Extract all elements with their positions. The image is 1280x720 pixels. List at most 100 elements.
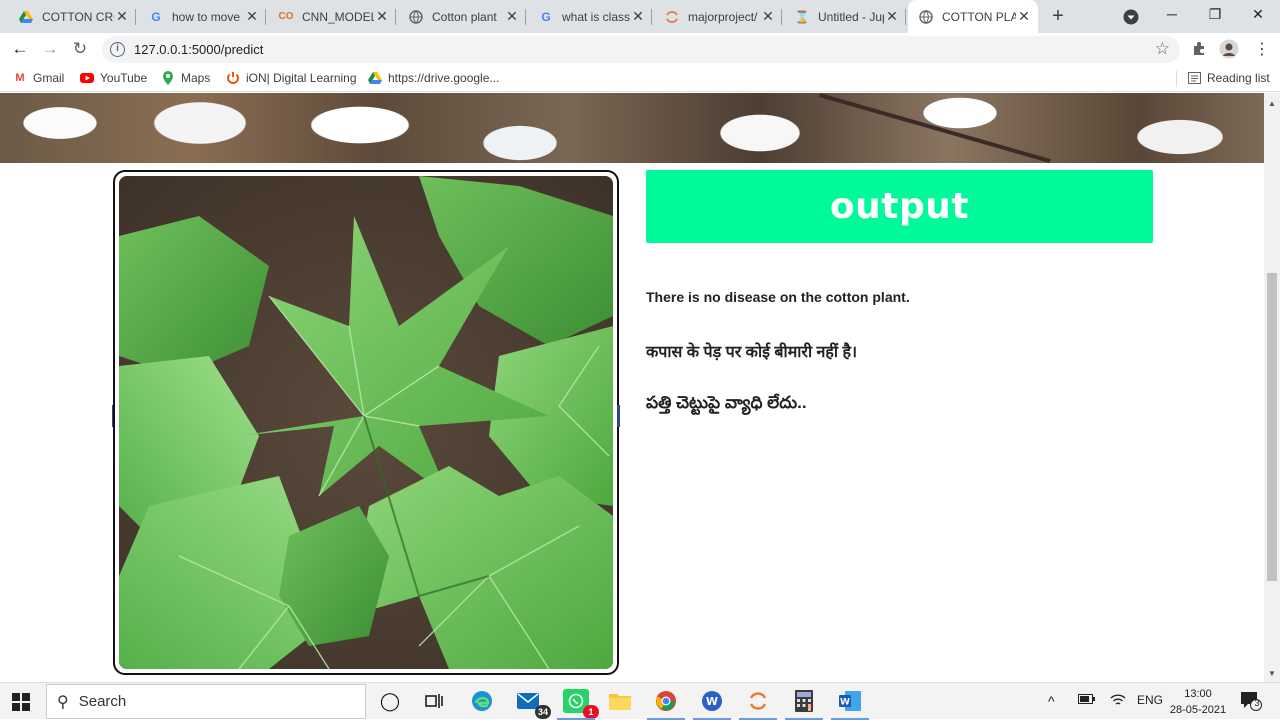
tab-cnn-model[interactable]: CO CNN_MODEL ✕ (268, 0, 396, 33)
taskbar-search-label: Search (78, 693, 127, 710)
result-english: There is no disease on the cotton plant. (646, 289, 910, 305)
bookmark-ion[interactable]: iON| Digital Learning (226, 71, 357, 85)
tab-cotton-crop[interactable]: COTTON CRO ✕ (8, 0, 136, 33)
close-tab-icon[interactable]: ✕ (630, 8, 646, 25)
globe-icon (408, 9, 424, 25)
cotton-banner-image (0, 93, 1264, 163)
tab-cotton-plant-active[interactable]: COTTON PLA ✕ (908, 0, 1038, 33)
tab-title: majorproject/ (688, 9, 758, 24)
page-content: output There is no disease on the cotton… (0, 93, 1264, 682)
close-tab-icon[interactable]: ✕ (884, 8, 900, 25)
scrollbar-thumb[interactable] (1267, 273, 1277, 581)
reading-list-icon (1187, 71, 1201, 85)
bookmark-maps[interactable]: Maps (161, 71, 210, 85)
close-tab-icon[interactable]: ✕ (504, 8, 520, 25)
clock-date: 28-05-2021 (1169, 704, 1227, 716)
jupyter-icon[interactable] (739, 689, 777, 720)
close-tab-icon[interactable]: ✕ (760, 8, 776, 25)
notification-count: 3 (1254, 698, 1260, 708)
browser-toolbar: ← → ↻ i 127.0.0.1:5000/predict ☆ (0, 33, 1280, 65)
language-indicator[interactable]: ENG (1137, 693, 1163, 707)
bookmark-star-icon[interactable]: ☆ (1155, 39, 1170, 59)
uploaded-leaf-image-frame (113, 170, 619, 675)
edge-browser-icon[interactable] (469, 689, 495, 713)
close-tab-icon[interactable]: ✕ (374, 8, 390, 25)
mail-icon[interactable]: 34 (515, 689, 551, 719)
whatsapp-icon[interactable]: 1 (557, 689, 599, 720)
tab-cotton-plant[interactable]: Cotton plant ✕ (398, 0, 526, 33)
windows-taskbar: ⚲ Search ◯ 34 1 W W ^ ENG 13:00 28-05-20… (0, 682, 1280, 720)
minimize-button[interactable]: ─ (1150, 0, 1194, 30)
new-tab-button[interactable]: + (1046, 5, 1070, 29)
tab-how-to-move[interactable]: G how to move ✕ (138, 0, 266, 33)
calculator-icon[interactable] (785, 689, 823, 720)
scroll-up-icon[interactable]: ▲ (1268, 99, 1276, 108)
forward-icon[interactable]: → (37, 37, 63, 61)
url-text[interactable]: 127.0.0.1:5000/predict (134, 42, 263, 57)
tab-title: what is classif (562, 9, 630, 24)
file-explorer-icon[interactable] (607, 689, 633, 713)
bookmark-label: iON| Digital Learning (246, 71, 357, 85)
back-icon[interactable]: ← (7, 37, 33, 61)
result-hindi: कपास के पेड़ पर कोई बीमारी नहीं है। (646, 344, 858, 361)
address-bar[interactable]: i 127.0.0.1:5000/predict ☆ (102, 36, 1180, 63)
svg-text:W: W (706, 695, 718, 708)
restore-button[interactable]: ❐ (1193, 0, 1237, 30)
jupyter-icon (664, 9, 680, 25)
reading-list-label: Reading list (1207, 71, 1270, 85)
chrome-icon[interactable] (647, 689, 685, 720)
output-header: output (646, 170, 1153, 243)
bookmark-label: Maps (181, 71, 211, 85)
close-tab-icon[interactable]: ✕ (1016, 8, 1032, 25)
output-heading: output (829, 186, 970, 227)
bookmark-label: YouTube (100, 71, 148, 85)
extensions-icon[interactable] (1191, 40, 1207, 60)
show-hidden-icons-chevron[interactable]: ^ (1048, 693, 1055, 709)
close-tab-icon[interactable]: ✕ (114, 8, 130, 25)
result-telugu: పత్తి చెట్టుపై వ్యాధి లేదు.. (646, 393, 807, 412)
frame-edge-mark (617, 405, 620, 427)
gmail-icon: M (15, 72, 25, 84)
clock-time: 13:00 (1184, 688, 1212, 700)
cortana-icon[interactable]: ◯ (377, 689, 403, 713)
close-window-button[interactable]: ✕ (1236, 0, 1280, 30)
reload-icon[interactable]: ↻ (67, 37, 93, 61)
search-icon: ⚲ (57, 693, 69, 711)
whatsapp-badge: 1 (583, 705, 599, 719)
bookmark-gmail[interactable]: M Gmail (13, 71, 64, 85)
bookmark-youtube[interactable]: YouTube (80, 71, 147, 85)
tab-title: COTTON PLA (942, 9, 1016, 24)
windows-start-icon[interactable] (12, 693, 30, 711)
scroll-down-icon[interactable]: ▼ (1268, 669, 1276, 678)
word-icon[interactable]: W (831, 689, 869, 720)
tab-strip: COTTON CRO ✕ G how to move ✕ CO CNN_MODE… (0, 0, 1280, 33)
tab-majorproject[interactable]: majorproject/ ✕ (654, 0, 782, 33)
menu-dots-icon[interactable]: ⋮ (1254, 39, 1270, 59)
reading-list-button[interactable]: Reading list (1187, 71, 1270, 85)
tab-title: CNN_MODEL (302, 9, 374, 24)
info-icon[interactable]: i (110, 42, 125, 57)
wifi-icon[interactable] (1110, 693, 1126, 710)
taskbar-search-box[interactable]: ⚲ Search (46, 684, 366, 719)
globe-icon (918, 9, 934, 25)
task-view-icon[interactable] (421, 689, 447, 713)
bookmarks-divider (1176, 71, 1177, 87)
bookmark-drive[interactable]: https://drive.google... (368, 71, 499, 85)
tab-untitled-jupyter[interactable]: ⌛ Untitled - Jup ✕ (784, 0, 906, 33)
svg-text:W: W (840, 698, 850, 708)
bookmark-label: Gmail (33, 71, 65, 85)
mail-badge: 34 (535, 705, 551, 719)
maps-icon (161, 71, 175, 85)
system-clock[interactable]: 13:00 28-05-2021 (1166, 686, 1230, 718)
page-scrollbar[interactable]: ▲ ▼ (1264, 93, 1280, 682)
bookmark-label: https://drive.google... (388, 71, 500, 85)
banner-branch (818, 93, 1051, 163)
battery-icon[interactable] (1078, 693, 1096, 708)
tab-search-icon[interactable] (1120, 6, 1142, 28)
close-tab-icon[interactable]: ✕ (244, 8, 260, 25)
security-app-icon[interactable]: W (693, 689, 731, 720)
profile-avatar[interactable] (1219, 39, 1239, 63)
notification-center-icon[interactable]: 3 (1240, 691, 1262, 711)
tab-what-is-classif[interactable]: G what is classif ✕ (528, 0, 652, 33)
bookmarks-bar: M Gmail YouTube Maps iON| Digital Learni… (0, 65, 1280, 92)
